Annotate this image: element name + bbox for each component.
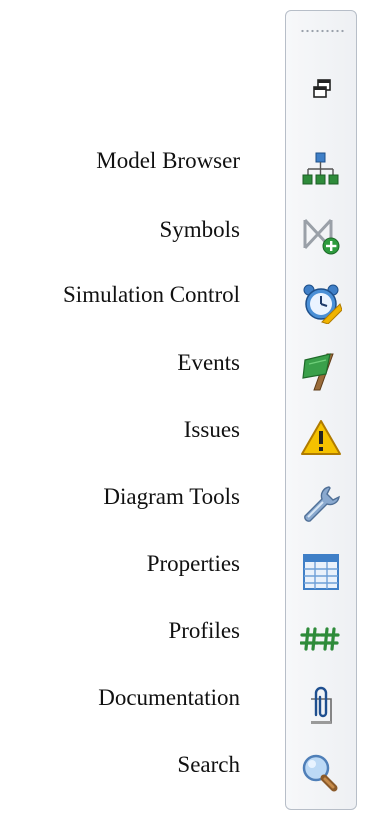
label-simulation-control: Simulation Control	[63, 282, 240, 307]
label-model-browser: Model Browser	[96, 148, 240, 173]
panel-labels: Model Browser Symbols Simulation Control…	[0, 0, 250, 820]
events-button[interactable]	[297, 347, 345, 395]
documentation-button[interactable]	[297, 682, 345, 730]
label-documentation: Documentation	[98, 685, 240, 710]
diagram-tools-button[interactable]	[297, 481, 345, 529]
side-toolbar	[285, 10, 357, 810]
search-button[interactable]	[297, 749, 345, 797]
profiles-button[interactable]	[297, 615, 345, 663]
symbols-icon	[303, 218, 340, 255]
symbols-button[interactable]	[297, 211, 345, 259]
properties-button[interactable]	[297, 548, 345, 596]
docked-panel-toolbar-region: Model Browser Symbols Simulation Control…	[0, 0, 368, 820]
model-browser-button[interactable]	[297, 145, 345, 193]
grip-handle-icon[interactable]	[300, 28, 344, 34]
label-events: Events	[177, 350, 240, 375]
magnifier-icon	[302, 754, 338, 792]
wrench-icon	[304, 486, 340, 522]
label-symbols: Symbols	[159, 217, 240, 242]
events-icon	[302, 353, 334, 391]
model-browser-icon	[302, 152, 339, 185]
label-issues: Issues	[183, 417, 240, 442]
warning-icon	[301, 420, 341, 455]
label-profiles: Profiles	[168, 618, 240, 643]
label-diagram-tools: Diagram Tools	[103, 484, 240, 509]
label-search: Search	[177, 752, 240, 777]
paperclip-icon	[311, 686, 332, 724]
properties-table-icon	[303, 554, 339, 590]
issues-button[interactable]	[297, 414, 345, 462]
restore-window-icon[interactable]	[309, 76, 335, 102]
simulation-control-button[interactable]	[297, 279, 345, 327]
label-properties: Properties	[146, 551, 240, 576]
simulation-control-icon	[303, 284, 342, 324]
profiles-icon	[300, 627, 340, 651]
